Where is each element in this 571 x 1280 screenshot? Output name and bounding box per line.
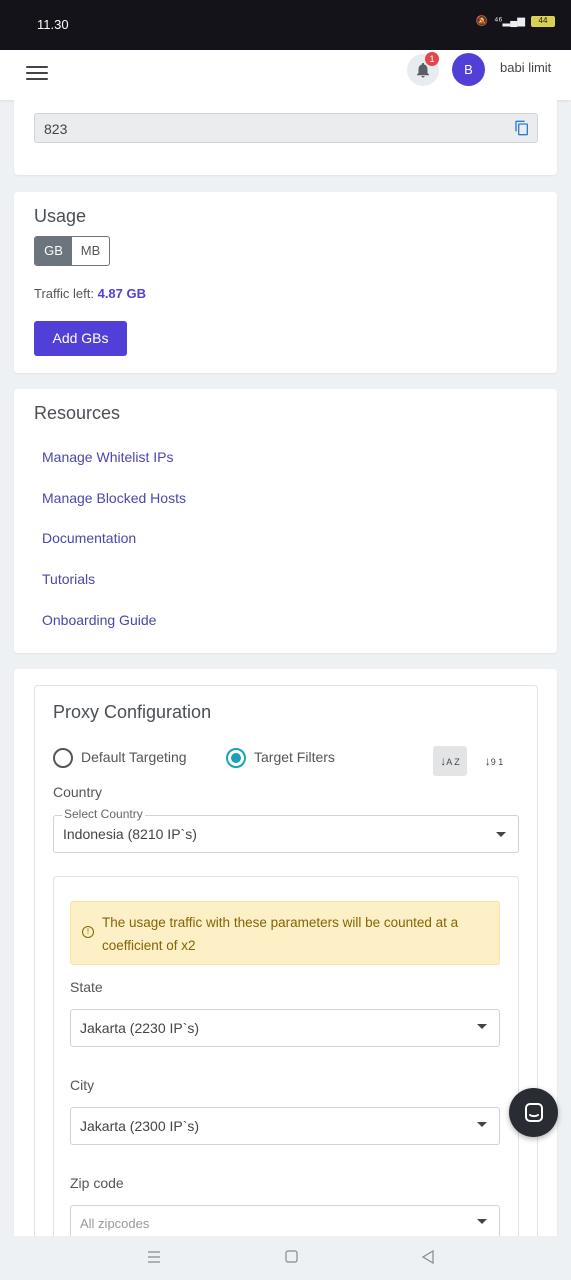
link-documentation[interactable]: Documentation [42,530,136,546]
copy-icon[interactable] [514,120,530,136]
chevron-down-icon [477,1122,487,1127]
target-filters-label[interactable]: Target Filters [254,749,335,765]
battery-icon: 44 [531,16,555,27]
signal-icon: ⁴⁶▂▄▆ [494,16,525,27]
country-label: Country [53,784,103,800]
sort-alpha-label: A Z [446,757,460,767]
notification-badge: 1 [425,52,439,66]
battery-level: 44 [538,16,548,25]
proxy-config-panel: Proxy Configuration Default Targeting Ta… [34,685,538,1265]
zip-label: Zip code [70,1175,124,1191]
avatar[interactable]: B [452,53,485,86]
sort-numeric-icon: ↓9 1 [484,754,504,768]
radio-target-filters[interactable] [226,748,246,768]
state-select[interactable]: Jakarta (2230 IP`s) [70,1009,500,1047]
back-icon[interactable] [422,1250,434,1264]
link-whitelist-ips[interactable]: Manage Whitelist IPs [42,449,174,465]
country-select[interactable]: Select Country Indonesia (8210 IP`s) [53,807,519,853]
app-header: 1 B babi limit [0,50,571,100]
radio-default-targeting[interactable] [53,748,73,768]
info-icon: ! [82,926,94,938]
port-value: 823 [44,121,68,137]
chat-icon [524,1102,543,1122]
proxy-config-title: Proxy Configuration [53,702,212,722]
country-select-legend: Select Country [62,807,145,821]
status-time: 11.30 [37,17,69,32]
unit-toggle: GB MB [34,236,110,266]
unit-mb-button[interactable]: MB [72,237,109,265]
state-value: Jakarta (2230 IP`s) [80,1020,200,1036]
chevron-down-icon [477,1024,487,1029]
mute-icon: 🔕 [475,16,489,27]
link-onboarding-guide[interactable]: Onboarding Guide [42,612,156,628]
sort-numeric-label: 9 1 [490,757,504,767]
alert-text: The usage traffic with these parameters … [102,915,459,953]
chevron-down-icon [496,832,506,837]
recent-apps-icon[interactable] [147,1250,161,1264]
state-label: State [70,979,103,995]
city-select[interactable]: Jakarta (2300 IP`s) [70,1107,500,1145]
usage-title: Usage [34,206,87,226]
chat-button[interactable] [509,1088,558,1137]
menu-icon[interactable] [26,62,48,84]
resources-card: Resources Manage Whitelist IPs Manage Bl… [14,389,557,653]
zip-placeholder: All zipcodes [80,1216,150,1231]
sort-alpha-icon: ↓A Z [440,754,460,768]
city-value: Jakarta (2300 IP`s) [80,1118,200,1134]
sort-numeric-button[interactable]: ↓9 1 [477,746,511,776]
traffic-left: Traffic left: 4.87 GB [34,286,146,301]
unit-gb-button[interactable]: GB [35,237,72,265]
coefficient-alert: ! The usage traffic with these parameter… [70,901,500,965]
country-value: Indonesia (8210 IP`s) [63,826,197,842]
system-nav-bar [0,1236,571,1280]
home-icon[interactable] [285,1250,298,1263]
usage-card: Usage GB MB Traffic left: 4.87 GB Add GB… [14,192,557,373]
proxy-config-card: Proxy Configuration Default Targeting Ta… [14,669,557,1265]
status-bar: 11.30 🔕 ⁴⁶▂▄▆ 44 [0,0,571,50]
status-icons: 🔕 ⁴⁶▂▄▆ 44 [476,16,555,27]
traffic-value: 4.87 GB [97,286,147,301]
resources-title: Resources [34,403,121,423]
filters-panel: ! The usage traffic with these parameter… [53,876,519,1256]
sort-alpha-button[interactable]: ↓A Z [433,746,467,776]
add-gbs-button[interactable]: Add GBs [34,321,127,356]
city-label: City [70,1077,95,1093]
link-blocked-hosts[interactable]: Manage Blocked Hosts [42,490,186,506]
port-card: 823 [14,100,557,175]
traffic-label: Traffic left: [34,286,94,301]
port-field[interactable]: 823 [34,113,538,143]
default-targeting-label[interactable]: Default Targeting [81,749,187,765]
link-tutorials[interactable]: Tutorials [42,571,95,587]
username[interactable]: babi limit [500,60,551,75]
signal-text: ⁴⁶ [494,16,503,27]
chevron-down-icon [477,1219,487,1224]
